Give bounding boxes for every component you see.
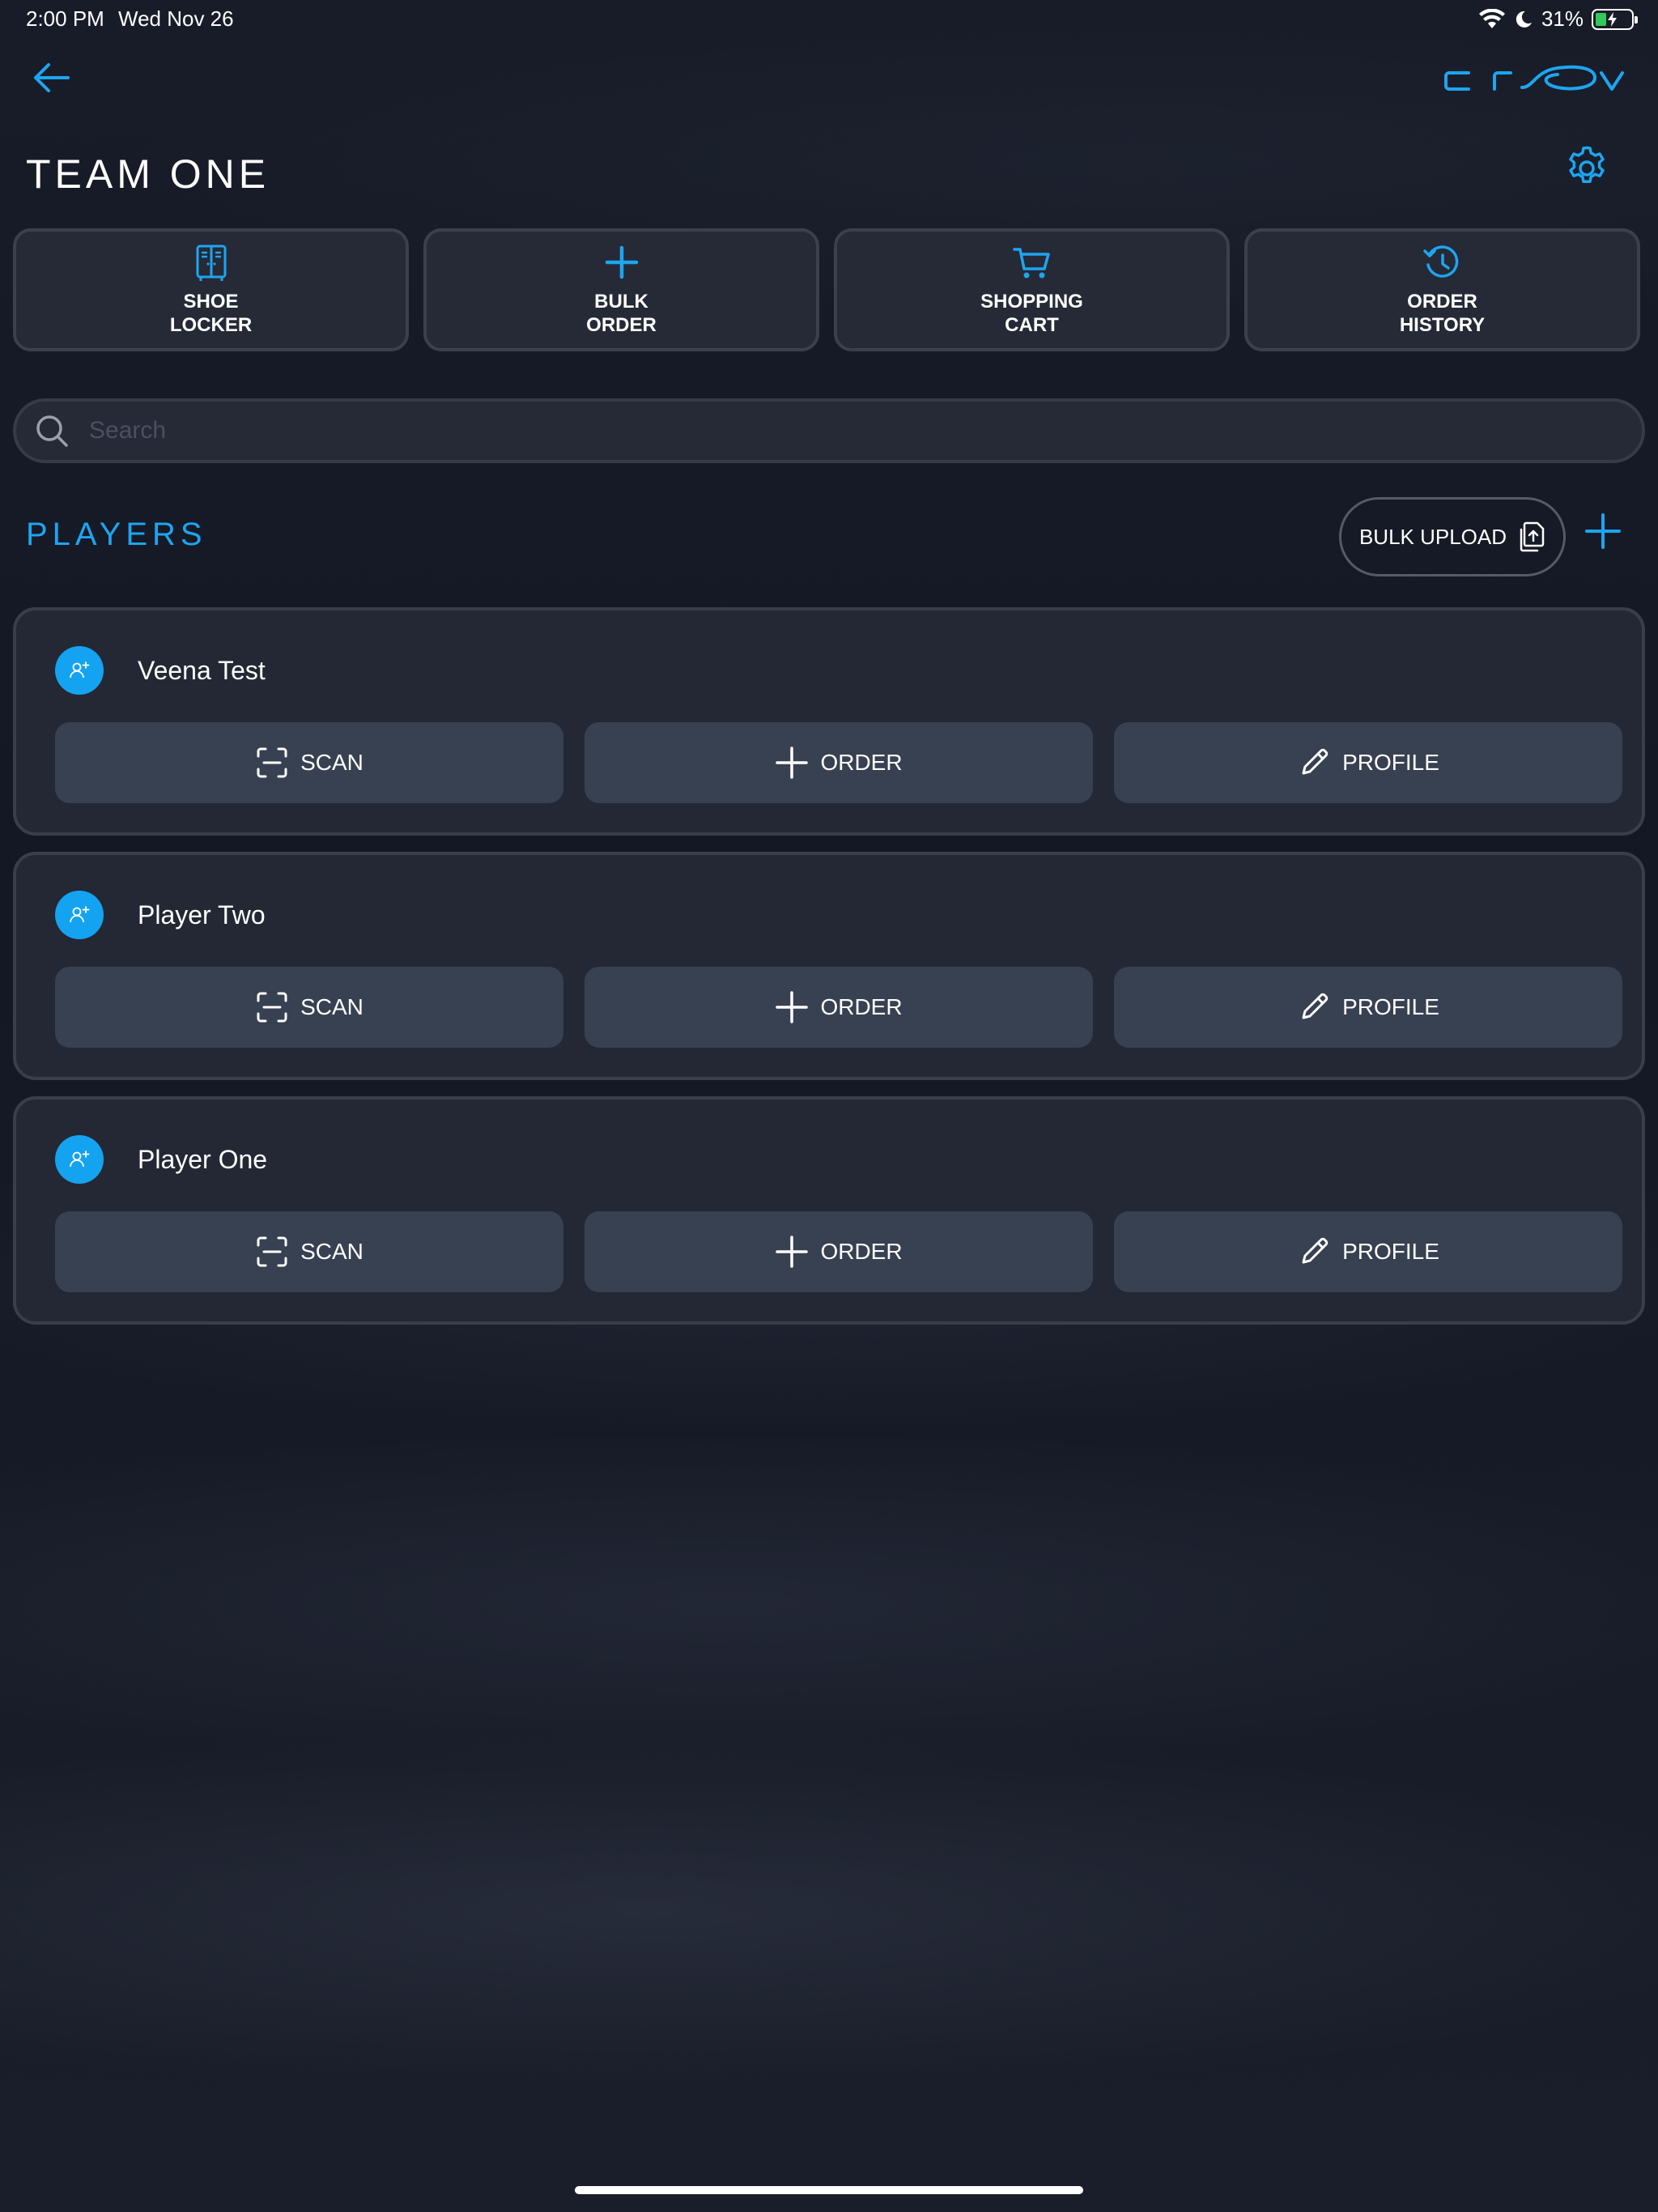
order-history-label: ORDER HISTORY <box>1399 291 1486 336</box>
scan-label: SCAN <box>300 994 363 1019</box>
bulk-upload-button[interactable]: BULK UPLOAD <box>1339 497 1566 576</box>
scan-button[interactable]: SCAN <box>55 722 563 803</box>
scan-button[interactable]: SCAN <box>55 967 563 1048</box>
order-label: ORDER <box>820 750 903 775</box>
back-arrow-icon[interactable] <box>29 58 74 97</box>
search-input[interactable] <box>89 417 1546 445</box>
wifi-icon <box>1478 8 1505 28</box>
scan-icon <box>257 747 287 778</box>
pencil-icon <box>1302 1237 1329 1264</box>
status-date: Wed Nov 26 <box>118 6 234 31</box>
shopping-cart-button[interactable]: SHOPPING CART <box>834 228 1230 351</box>
add-user-avatar-icon[interactable] <box>55 891 104 939</box>
status-time: 2:00 PM <box>26 6 104 31</box>
add-user-avatar-icon[interactable] <box>55 1135 104 1184</box>
player-name: Player Two <box>138 900 266 929</box>
shopping-cart-label: SHOPPING CART <box>980 291 1083 336</box>
bulk-upload-label: BULK UPLOAD <box>1358 524 1507 549</box>
shoe-locker-label: SHOE LOCKER <box>169 291 253 336</box>
player-card: Player One SCAN ORDER PROFILE <box>13 1096 1645 1325</box>
scan-button[interactable]: SCAN <box>55 1211 563 1292</box>
scan-icon <box>257 1236 287 1267</box>
order-label: ORDER <box>820 1239 903 1264</box>
quick-actions: SHOE LOCKER BULK ORDER SHOPPING CART ORD… <box>13 228 1640 351</box>
add-player-icon[interactable] <box>1584 512 1622 551</box>
player-name: Player One <box>138 1145 268 1174</box>
bulk-order-label: BULK ORDER <box>586 291 657 336</box>
plus-icon <box>776 991 809 1023</box>
profile-label: PROFILE <box>1342 994 1439 1019</box>
file-upload-icon <box>1520 521 1545 552</box>
players-section-title: PLAYERS <box>26 517 207 552</box>
shoe-locker-button[interactable]: SHOE LOCKER <box>13 228 409 351</box>
locker-icon <box>196 245 226 281</box>
plus-icon <box>776 747 809 779</box>
profile-label: PROFILE <box>1342 750 1439 775</box>
order-label: ORDER <box>820 994 903 1019</box>
profile-button[interactable]: PROFILE <box>1114 1211 1622 1292</box>
home-indicator[interactable] <box>575 2186 1083 2194</box>
profile-button[interactable]: PROFILE <box>1114 967 1622 1048</box>
gear-icon[interactable] <box>1562 144 1611 193</box>
scan-label: SCAN <box>300 750 363 775</box>
history-icon <box>1422 245 1458 278</box>
order-history-button[interactable]: ORDER HISTORY <box>1244 228 1640 351</box>
player-card: Player Two SCAN ORDER PROFILE <box>13 852 1645 1080</box>
plus-icon <box>776 1236 809 1268</box>
page-title: TEAM ONE <box>26 151 270 197</box>
cart-icon <box>1012 248 1050 279</box>
player-card: Veena Test SCAN ORDER PROFILE <box>13 607 1645 836</box>
status-bar: 2:00 PM Wed Nov 26 31% <box>0 0 1658 39</box>
search-icon <box>36 415 68 447</box>
bulk-order-button[interactable]: BULK ORDER <box>423 228 819 351</box>
player-actions: SCAN ORDER PROFILE <box>55 967 1622 1048</box>
grov-logo <box>1444 65 1624 91</box>
player-name: Veena Test <box>138 656 266 685</box>
pencil-icon <box>1302 748 1329 775</box>
scan-label: SCAN <box>300 1239 363 1264</box>
profile-label: PROFILE <box>1342 1239 1439 1264</box>
order-button[interactable]: ORDER <box>585 967 1093 1048</box>
battery-icon <box>1592 8 1638 30</box>
search-bar[interactable] <box>13 398 1645 463</box>
order-button[interactable]: ORDER <box>585 722 1093 803</box>
add-user-avatar-icon[interactable] <box>55 646 104 695</box>
profile-button[interactable]: PROFILE <box>1114 722 1622 803</box>
plus-icon <box>605 245 638 279</box>
status-indicators: 31% <box>1478 6 1638 32</box>
player-actions: SCAN ORDER PROFILE <box>55 722 1622 803</box>
moon-icon <box>1516 11 1532 28</box>
pencil-icon <box>1302 993 1329 1019</box>
battery-percent: 31% <box>1541 6 1584 31</box>
scan-icon <box>257 992 287 1023</box>
player-actions: SCAN ORDER PROFILE <box>55 1211 1622 1292</box>
order-button[interactable]: ORDER <box>585 1211 1093 1292</box>
